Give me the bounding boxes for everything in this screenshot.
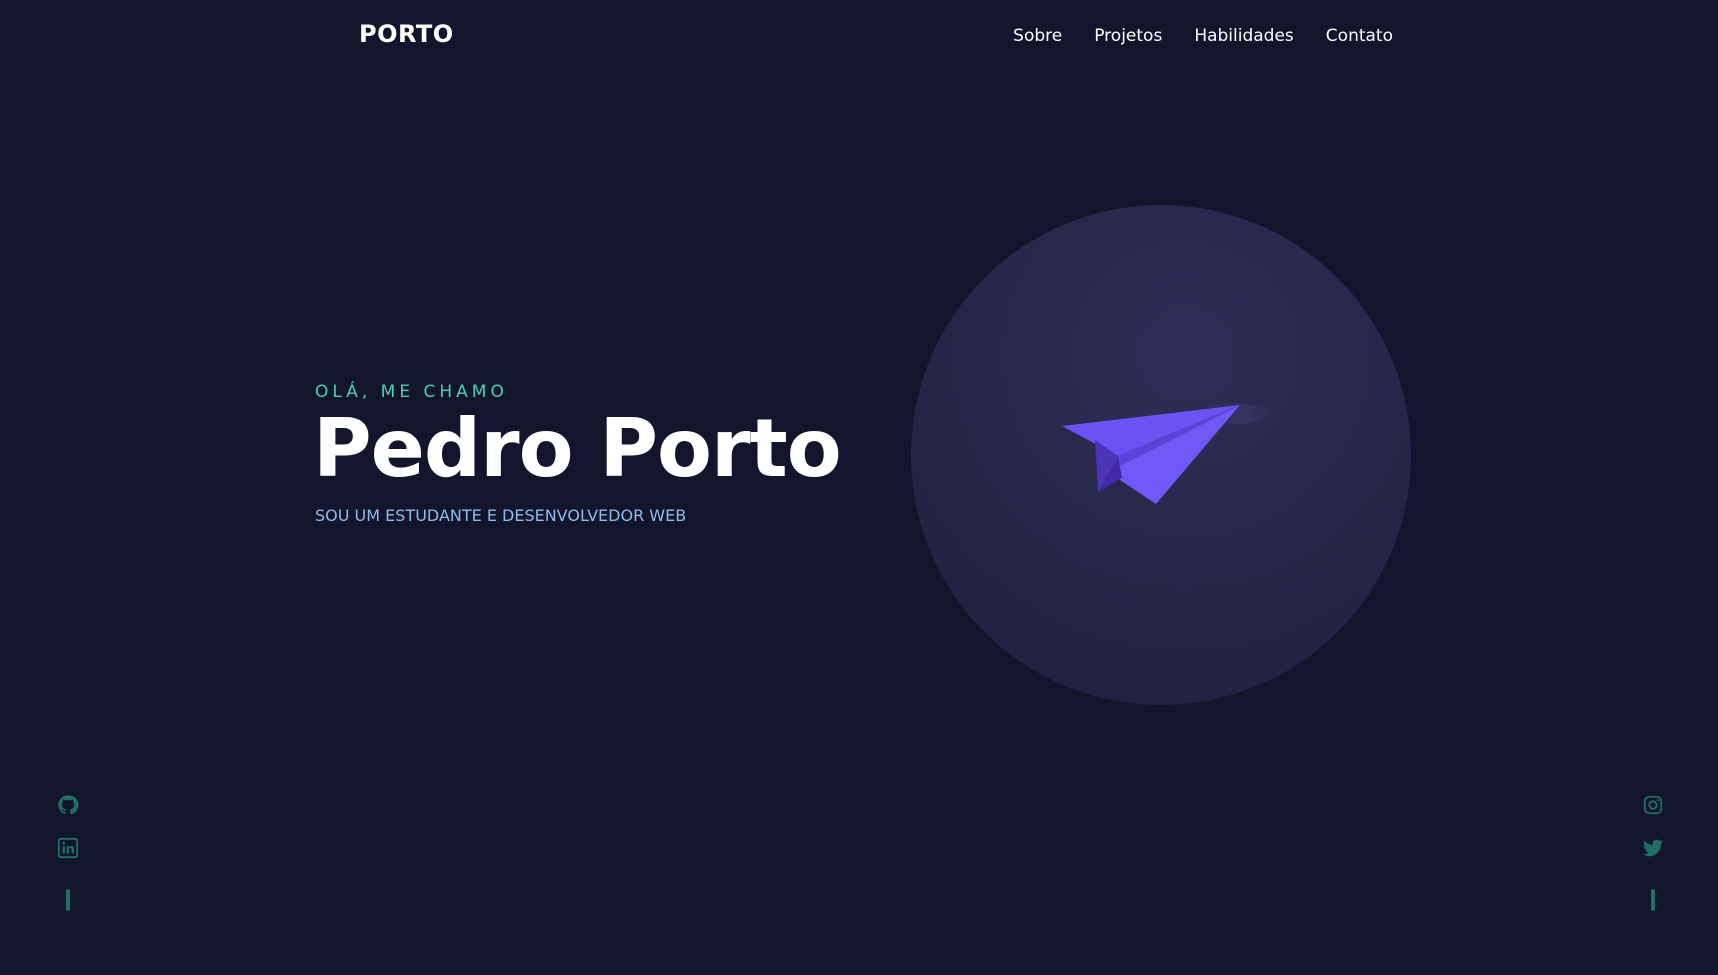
social-left-divider	[66, 889, 70, 911]
instagram-link[interactable]	[1641, 793, 1665, 817]
site-logo[interactable]: PORTO	[359, 20, 454, 48]
hero-subtitle: SOU UM ESTUDANTE E DESENVOLVEDOR WEB	[315, 506, 687, 525]
twitter-link[interactable]	[1641, 836, 1665, 860]
social-right-divider	[1651, 889, 1655, 911]
nav-link-habilidades[interactable]: Habilidades	[1194, 26, 1293, 46]
linkedin-link[interactable]	[56, 836, 80, 860]
github-link[interactable]	[56, 793, 80, 817]
twitter-icon	[1642, 839, 1664, 857]
page: PORTO Sobre Projetos Habilidades Contato…	[0, 0, 1718, 975]
github-icon	[58, 795, 79, 815]
nav-link-sobre[interactable]: Sobre	[1013, 26, 1062, 46]
linkedin-icon	[57, 837, 79, 859]
paper-plane-icon	[1062, 404, 1270, 504]
hero-name: Pedro Porto	[313, 402, 842, 495]
nav-link-contato[interactable]: Contato	[1326, 26, 1393, 46]
hero-greeting: OLÁ, ME CHAMO	[315, 382, 508, 402]
instagram-icon	[1643, 795, 1663, 815]
nav-link-projetos[interactable]: Projetos	[1094, 26, 1162, 46]
main-nav: Sobre Projetos Habilidades Contato	[1013, 26, 1393, 46]
